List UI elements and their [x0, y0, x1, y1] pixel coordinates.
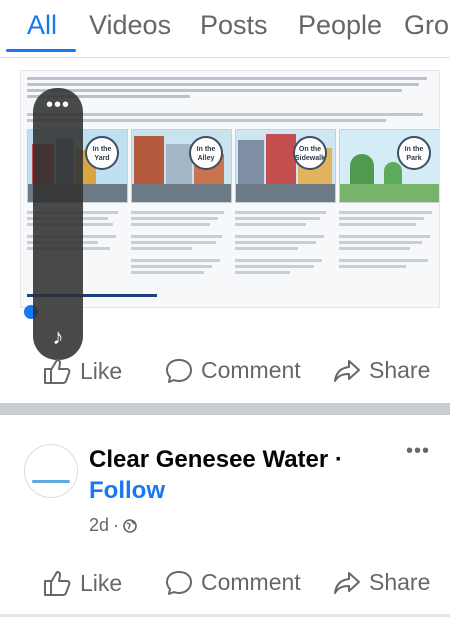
post-options-icon[interactable]: ••• [406, 440, 430, 463]
post-actions: Like Comment Share [0, 349, 450, 399]
panel-tips-sidewalk [235, 211, 336, 277]
share-arrow-icon [334, 359, 360, 382]
share-arrow-icon [334, 571, 360, 594]
comment-label: Comment [201, 569, 301, 595]
tab-posts[interactable]: Posts [200, 10, 268, 41]
panel-badge: In the Park [397, 136, 431, 170]
comment-button[interactable]: Comment [165, 569, 301, 596]
comment-bubble-icon [166, 358, 192, 383]
infographic-panel-sidewalk: On the Sidewalk [235, 129, 336, 203]
tab-groups[interactable]: Gro [404, 10, 449, 41]
thumbs-up-icon [44, 359, 71, 384]
infographic-subtext [27, 113, 435, 125]
more-options-icon[interactable]: ••• [33, 95, 83, 115]
floating-media-control[interactable]: ••• ♪ [33, 88, 83, 360]
panel-tips-park [339, 211, 439, 271]
meta-dot: · [113, 515, 120, 535]
share-label: Share [369, 357, 431, 383]
post-image-infographic[interactable]: In the Yard In the Alley On the Sidewalk… [20, 70, 440, 308]
globe-icon [123, 518, 137, 533]
share-button[interactable]: Share [333, 357, 430, 384]
tab-videos[interactable]: Videos [89, 10, 171, 41]
panel-badge: On the Sidewalk [293, 136, 327, 170]
share-label: Share [369, 569, 431, 595]
tabs-divider [0, 57, 450, 58]
follow-button[interactable]: Follow [89, 477, 165, 505]
like-label: Like [80, 357, 123, 384]
like-label: Like [80, 569, 123, 596]
comment-label: Comment [201, 357, 301, 383]
comment-button[interactable]: Comment [165, 357, 301, 384]
active-tab-indicator [6, 49, 76, 52]
tab-all[interactable]: All [27, 10, 57, 41]
page-name[interactable]: Clear Genesee Water · [89, 446, 343, 474]
page-avatar[interactable] [24, 444, 78, 498]
post-actions: Like Comment Share [0, 561, 450, 611]
post-time[interactable]: 2d [89, 515, 109, 536]
panel-badge: In the Yard [85, 136, 119, 170]
post-meta: 2d · [89, 515, 137, 536]
infographic-intro-text [27, 77, 435, 111]
search-tabs: All Videos Posts People Gro [0, 0, 450, 58]
music-note-icon[interactable]: ♪ [33, 324, 83, 350]
share-button[interactable]: Share [333, 569, 430, 596]
post-separator [0, 403, 450, 415]
panel-badge: In the Alley [189, 136, 223, 170]
infographic-panel-alley: In the Alley [131, 129, 232, 203]
comment-bubble-icon [166, 570, 192, 595]
infographic-panel-park: In the Park [339, 129, 439, 203]
tab-people[interactable]: People [298, 10, 382, 41]
like-button[interactable]: Like [42, 569, 122, 597]
thumbs-up-icon [44, 571, 71, 596]
panel-tips-alley [131, 211, 232, 277]
like-button[interactable]: Like [42, 357, 122, 385]
